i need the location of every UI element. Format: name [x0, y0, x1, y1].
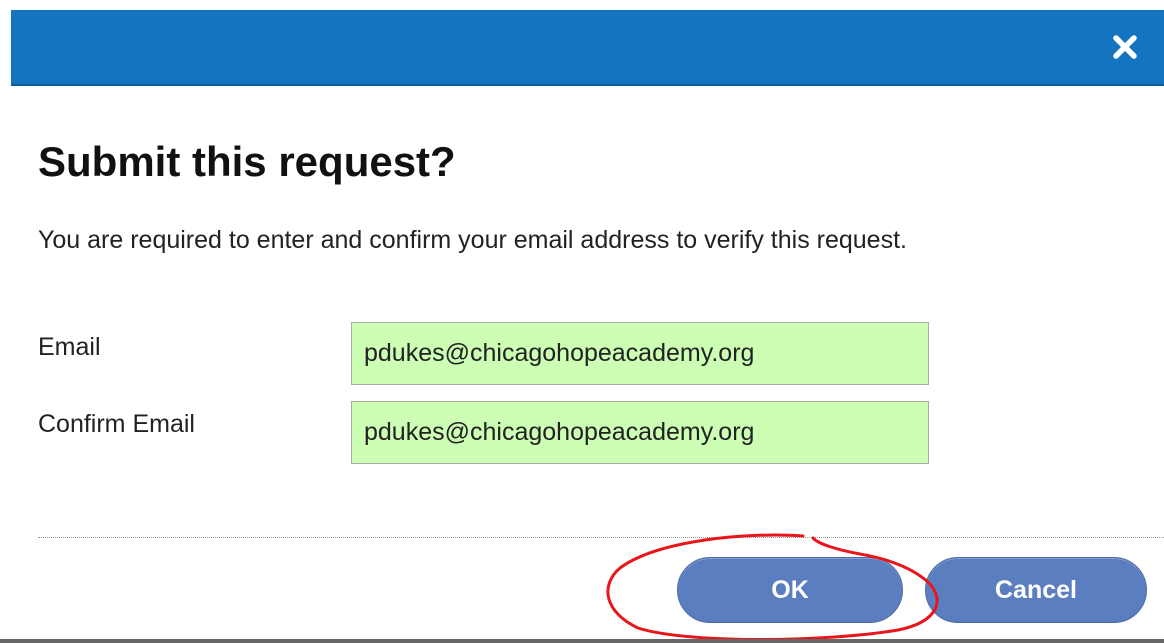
submit-request-dialog: Submit this request? You are required to…	[0, 0, 1164, 643]
close-icon	[1113, 35, 1137, 59]
email-field[interactable]	[351, 322, 929, 385]
button-divider	[38, 537, 1164, 538]
dialog-title: Submit this request?	[38, 138, 456, 185]
dialog-title-bar	[11, 10, 1164, 86]
confirm-email-label: Confirm Email	[38, 410, 195, 438]
cancel-button[interactable]: Cancel	[925, 557, 1147, 623]
close-button[interactable]	[1108, 30, 1142, 64]
ok-button[interactable]: OK	[677, 557, 903, 623]
email-label: Email	[38, 333, 101, 361]
confirm-email-field[interactable]	[351, 401, 929, 464]
dialog-bottom-edge	[0, 639, 1164, 643]
dialog-message: You are required to enter and confirm yo…	[38, 226, 907, 254]
